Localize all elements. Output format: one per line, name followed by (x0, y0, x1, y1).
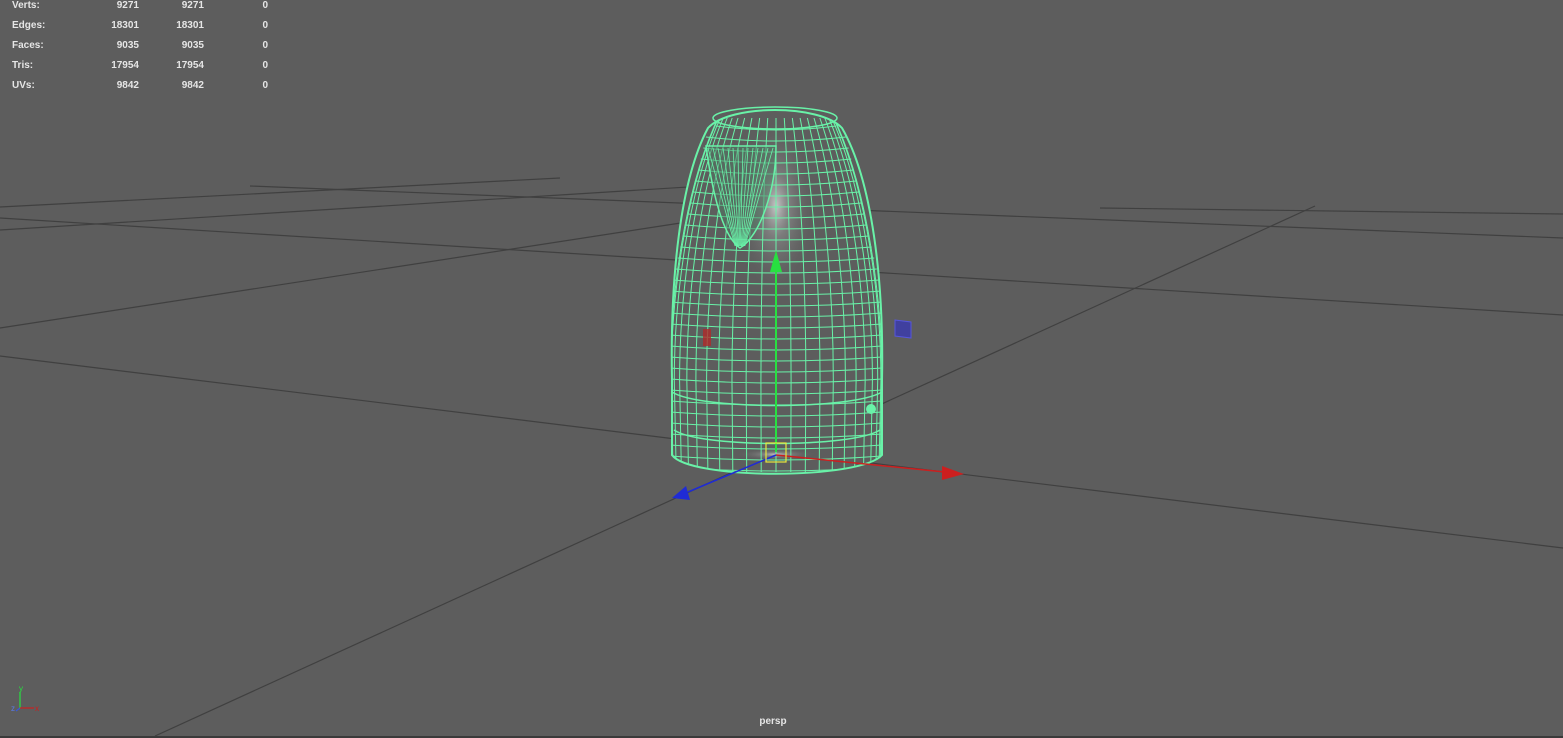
scene-canvas[interactable] (0, 0, 1563, 736)
hud-value: 9035 (181, 40, 204, 51)
hud-row-uvs: UVs: 9842 9842 0 (12, 80, 268, 100)
x-axis-arrow[interactable] (942, 466, 964, 480)
hud-label: Faces: (12, 40, 44, 51)
view-axis-indicator-icon: y x z (11, 684, 39, 713)
hud-label: Tris: (12, 60, 34, 71)
hud-value: 0 (262, 60, 268, 71)
hud-value: 9271 (116, 0, 139, 11)
z-axis-arrow[interactable] (672, 486, 690, 500)
hud-value: 9842 (181, 80, 204, 91)
hud-value: 0 (262, 80, 268, 91)
xy-plane-handle[interactable] (703, 329, 711, 346)
hud-value: 18301 (111, 20, 139, 31)
hud-value: 0 (262, 40, 268, 51)
hud-value: 9271 (181, 0, 204, 11)
hud-value: 17954 (176, 60, 204, 71)
axis-y-label: y (19, 684, 23, 693)
hud-value: 9035 (116, 40, 139, 51)
poly-count-hud: Verts: 9271 9271 0 Edges: 18301 18301 0 … (12, 0, 268, 100)
hud-value: 17954 (111, 60, 139, 71)
hud-label: UVs: (12, 80, 35, 91)
hud-label: Verts: (12, 0, 40, 11)
switch-knob (866, 404, 876, 414)
hud-label: Edges: (12, 20, 46, 31)
camera-label: persp (759, 716, 787, 727)
axis-x-label: x (35, 704, 39, 713)
hud-value: 0 (262, 20, 268, 31)
axis-z-label: z (11, 704, 15, 713)
perspective-viewport[interactable]: Verts: 9271 9271 0 Edges: 18301 18301 0 … (0, 0, 1563, 736)
hud-value: 9842 (116, 80, 139, 91)
hud-value: 0 (262, 0, 268, 11)
hud-value: 18301 (176, 20, 204, 31)
yz-plane-handle[interactable] (894, 319, 912, 339)
